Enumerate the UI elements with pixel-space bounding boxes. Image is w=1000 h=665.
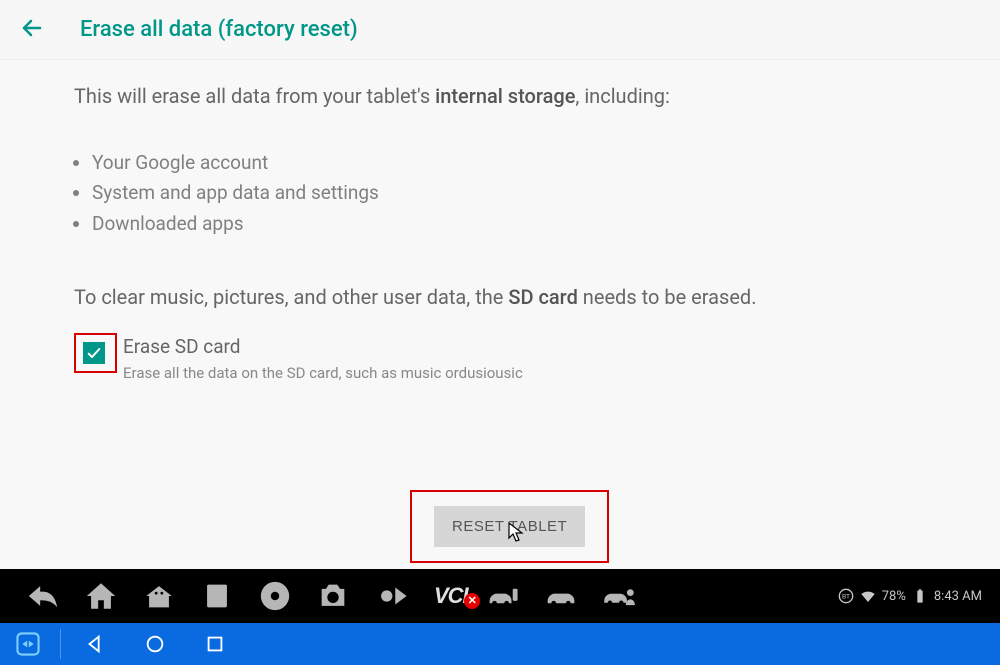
- list-item: Your Google account: [92, 148, 926, 178]
- nav-back-button[interactable]: [65, 623, 125, 665]
- chrome-icon[interactable]: [250, 576, 300, 616]
- camera-icon[interactable]: [308, 576, 358, 616]
- reset-highlight: RESET TABLET: [410, 490, 609, 563]
- car-user-icon[interactable]: [594, 576, 644, 616]
- sdcard-text: To clear music, pictures, and other user…: [74, 285, 926, 309]
- reply-icon[interactable]: [18, 576, 68, 616]
- system-nav-bar: [0, 623, 1000, 665]
- status-area: BT 78% 8:43 AM: [838, 588, 982, 604]
- svg-text:BT: BT: [842, 593, 850, 601]
- time-text: 8:43 AM: [934, 589, 982, 604]
- car-key-icon[interactable]: [478, 576, 528, 616]
- app-bar: VCI✕ BT 78% 8:43 AM: [0, 569, 1000, 623]
- android-home-icon[interactable]: [134, 576, 184, 616]
- list-item: Downloaded apps: [92, 209, 926, 239]
- nav-separator: [60, 629, 61, 659]
- wifi-icon: [860, 588, 876, 604]
- erase-sd-label: Erase SD card: [123, 335, 523, 358]
- page-title: Erase all data (factory reset): [80, 17, 358, 42]
- home-icon[interactable]: [76, 576, 126, 616]
- brightness-icon[interactable]: [366, 576, 416, 616]
- recent-apps-icon[interactable]: [192, 576, 242, 616]
- battery-icon: [912, 588, 928, 604]
- nav-recent-button[interactable]: [185, 623, 245, 665]
- teamviewer-icon[interactable]: [0, 623, 56, 665]
- car-icon[interactable]: [536, 576, 586, 616]
- intro-text: This will erase all data from your table…: [74, 84, 926, 108]
- list-item: System and app data and settings: [92, 178, 926, 208]
- vci-icon[interactable]: VCI✕: [434, 585, 468, 607]
- reset-tablet-button[interactable]: RESET TABLET: [434, 506, 585, 547]
- battery-text: 78%: [882, 589, 906, 604]
- bt-icon: BT: [838, 588, 854, 604]
- back-icon[interactable]: [20, 16, 44, 44]
- erase-sd-desc: Erase all the data on the SD card, such …: [123, 364, 523, 382]
- nav-home-button[interactable]: [125, 623, 185, 665]
- bullet-list: Your Google account System and app data …: [92, 148, 926, 239]
- cursor-icon: [508, 522, 526, 544]
- erase-sd-checkbox[interactable]: [83, 342, 105, 364]
- erase-sd-highlight: [74, 333, 117, 373]
